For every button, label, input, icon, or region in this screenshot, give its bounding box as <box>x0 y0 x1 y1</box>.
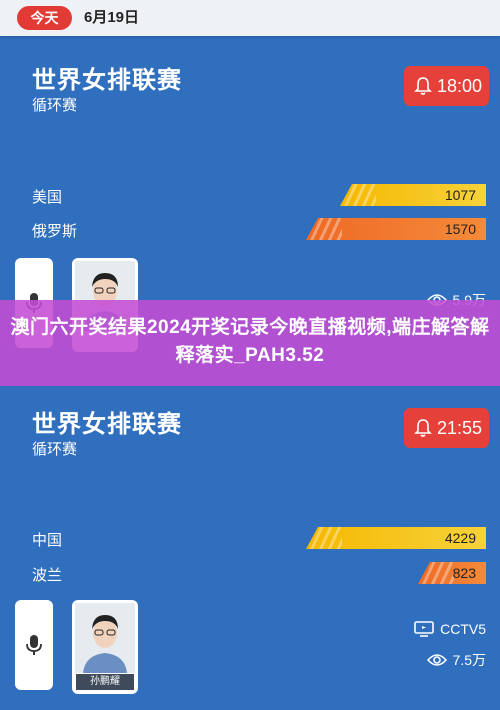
team-vote-row[interactable]: 俄罗斯 1570 <box>0 218 500 242</box>
date-header: 今天 6月19日 <box>0 0 500 36</box>
broadcast-channel: CCTV5 <box>414 619 486 639</box>
team-vote-row[interactable]: 美国 1077 <box>0 184 500 208</box>
match-stage: 循环赛 <box>32 97 78 114</box>
headline-banner[interactable]: 澳门六开奖结果2024开奖记录今晚直播视频,端庄解答解释落实_PAH3.52 <box>0 300 500 386</box>
team-name: 俄罗斯 <box>32 223 78 240</box>
team-name: 中国 <box>32 532 63 549</box>
today-tab[interactable]: 今天 <box>17 6 72 30</box>
microphone-icon <box>26 635 42 655</box>
match-time: 21:55 <box>437 418 483 438</box>
vote-bar[interactable]: 4229 <box>306 527 486 549</box>
vote-count: 1077 <box>444 187 476 203</box>
match-card[interactable]: 世界女排联赛 循环赛 21:55 中国 4229 波兰 823 孙鹏耀 CCTV… <box>0 390 500 710</box>
commentator-avatar[interactable]: 孙鹏耀 <box>72 600 138 694</box>
match-stage: 循环赛 <box>32 441 78 458</box>
team-vote-row[interactable]: 中国 4229 <box>0 527 500 551</box>
bell-icon <box>414 419 432 437</box>
team-vote-row[interactable]: 波兰 823 <box>0 562 500 586</box>
bell-icon <box>414 77 432 95</box>
commentator-name: 孙鹏耀 <box>76 674 134 690</box>
eye-icon <box>426 654 447 666</box>
vote-count: 1570 <box>444 221 476 237</box>
reminder-button[interactable]: 21:55 <box>404 408 489 448</box>
view-count: 7.5万 <box>426 650 486 670</box>
audio-button[interactable] <box>15 600 53 690</box>
headline-text: 澳门六开奖结果2024开奖记录今晚直播视频,端庄解答解释落实_PAH3.52 <box>10 317 490 366</box>
reminder-button[interactable]: 18:00 <box>404 66 489 106</box>
match-title: 世界女排联赛 <box>32 411 182 438</box>
match-time: 18:00 <box>437 76 483 96</box>
avatar <box>75 603 135 673</box>
vote-bar[interactable]: 1077 <box>340 184 486 206</box>
vote-count: 823 <box>452 565 476 581</box>
vote-count: 4229 <box>444 530 476 546</box>
vote-bar[interactable]: 1570 <box>306 218 486 240</box>
tv-icon <box>414 621 434 637</box>
team-name: 波兰 <box>32 567 63 584</box>
date-label: 6月19日 <box>84 9 140 26</box>
vote-bar[interactable]: 823 <box>418 562 486 584</box>
team-name: 美国 <box>32 189 63 206</box>
match-title: 世界女排联赛 <box>32 67 182 94</box>
